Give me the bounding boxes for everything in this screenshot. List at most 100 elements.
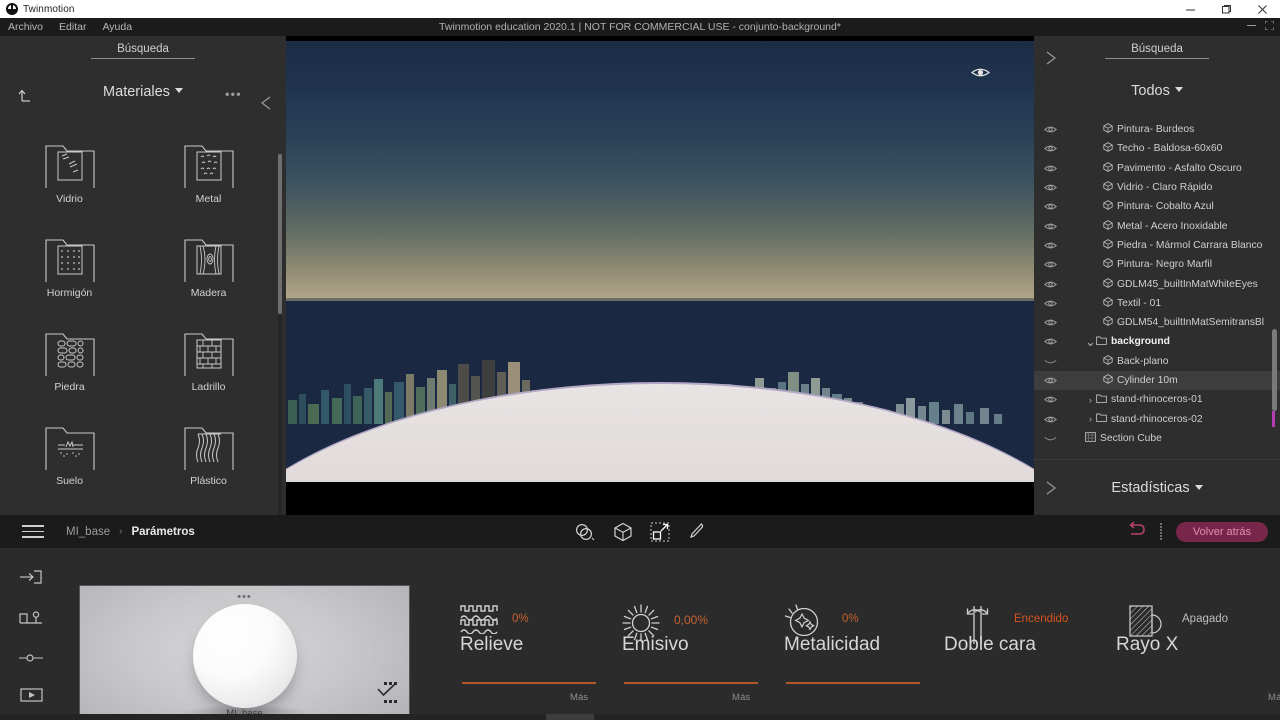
- bottom-resize-handle[interactable]: [546, 714, 594, 720]
- material-preview-card[interactable]: ••• MI_base: [79, 585, 410, 720]
- selection-box-tool-icon[interactable]: [650, 522, 671, 542]
- tree-row[interactable]: Pintura- Negro Marfil: [1034, 255, 1280, 274]
- chevron-down-icon[interactable]: ⌄: [1085, 334, 1096, 350]
- tree-row[interactable]: Textil - 01: [1034, 294, 1280, 313]
- parameter-doble-cara[interactable]: Encendido Doble cara: [928, 548, 1104, 720]
- library-folder-ladrillo[interactable]: Ladrillo: [139, 326, 278, 420]
- scene-panel-expand-icon[interactable]: [1044, 51, 1057, 70]
- parameter-emisivo[interactable]: 0,00% Emisivo Más: [600, 548, 776, 720]
- back-button[interactable]: Volver atrás: [1175, 521, 1268, 542]
- chevron-right-icon[interactable]: ›: [1085, 414, 1096, 424]
- eye-visible-icon[interactable]: [1034, 280, 1067, 289]
- parameter-rayo-x[interactable]: Apagado Rayo X Más: [1090, 548, 1280, 720]
- eye-visible-icon[interactable]: [1034, 202, 1067, 211]
- eye-hidden-icon[interactable]: [1034, 357, 1067, 366]
- eye-visible-icon[interactable]: [1034, 183, 1067, 192]
- tree-row[interactable]: GDLM54_builtInMatSemitransBl: [1034, 313, 1280, 332]
- library-scrollbar-thumb[interactable]: [278, 154, 282, 314]
- maximize-button[interactable]: [1208, 0, 1244, 18]
- eye-visible-icon[interactable]: [1034, 415, 1067, 424]
- eyedropper-tool-icon[interactable]: [688, 522, 705, 541]
- eye-visible-icon[interactable]: [1034, 376, 1067, 385]
- library-row: Suelo Plástico: [0, 420, 278, 514]
- import-icon[interactable]: [20, 570, 42, 589]
- parameter-metalicidad[interactable]: 0% Metalicidad: [762, 548, 938, 720]
- tree-row[interactable]: Piedra - Mármol Carrara Blanco: [1034, 236, 1280, 255]
- material-preview-options-icon[interactable]: •••: [237, 591, 252, 603]
- undo-icon[interactable]: [1125, 520, 1147, 543]
- statistics-bar[interactable]: Estadísticas: [1034, 459, 1280, 515]
- window-minimize-small-icon[interactable]: [1247, 21, 1256, 33]
- material-picker-tool-icon[interactable]: [575, 523, 596, 541]
- eye-visible-icon[interactable]: [1034, 395, 1067, 404]
- ground-swatch-icon: [33, 420, 107, 474]
- tree-row[interactable]: Cylinder 10m: [1034, 370, 1280, 391]
- tree-row[interactable]: Back-plano: [1034, 352, 1280, 371]
- window-expand-small-icon[interactable]: [1264, 20, 1275, 33]
- media-icon[interactable]: [19, 688, 43, 707]
- tree-row[interactable]: ⌄ background: [1034, 332, 1280, 351]
- statistics-expand-icon[interactable]: [1044, 481, 1057, 500]
- tree-row[interactable]: Metal - Acero Inoxidable: [1034, 216, 1280, 235]
- viewport-3d[interactable]: [286, 36, 1034, 515]
- library-folder-metal[interactable]: Metal: [139, 138, 278, 232]
- tree-row[interactable]: Vidrio - Claro Rápido: [1034, 178, 1280, 197]
- parameter-more-rayo-x[interactable]: Más: [1268, 692, 1280, 703]
- eye-visible-icon[interactable]: [1034, 144, 1067, 153]
- menu-item-editar[interactable]: Editar: [59, 21, 86, 33]
- library-folder-plastico[interactable]: Plástico: [139, 420, 278, 514]
- eye-visible-icon[interactable]: [1034, 222, 1067, 231]
- bottom-resize-strip[interactable]: [0, 714, 1280, 720]
- parameter-more-emisivo[interactable]: Más: [732, 692, 750, 703]
- scene-scrollbar-thumb[interactable]: [1272, 329, 1277, 411]
- tree-row[interactable]: Techo - Baldosa-60x60: [1034, 139, 1280, 158]
- hamburger-icon[interactable]: [22, 521, 44, 542]
- object-tool-icon[interactable]: [613, 522, 633, 542]
- library-header: Búsqueda •••: [0, 36, 286, 110]
- close-button[interactable]: [1244, 0, 1280, 18]
- parameter-slider-metalicidad[interactable]: [786, 682, 920, 684]
- tree-row[interactable]: Pintura- Burdeos: [1034, 120, 1280, 139]
- eye-icon[interactable]: [970, 66, 991, 84]
- eye-visible-icon[interactable]: [1034, 318, 1067, 327]
- library-folder-vidrio[interactable]: Vidrio: [0, 138, 139, 232]
- library-category-dropdown[interactable]: Materiales: [0, 84, 286, 100]
- tree-row[interactable]: › stand-rhinoceros-02: [1034, 409, 1280, 428]
- scene-filter-label: Todos: [1131, 83, 1170, 99]
- scene-search-input[interactable]: Búsqueda: [1105, 43, 1209, 59]
- parameter-slider-emisivo[interactable]: [624, 682, 758, 684]
- parameter-more-relieve[interactable]: Más: [570, 692, 588, 703]
- slider-icon[interactable]: [19, 650, 43, 668]
- eye-visible-icon[interactable]: [1034, 164, 1067, 173]
- tree-row[interactable]: Section Cube: [1034, 429, 1280, 448]
- eye-visible-icon[interactable]: [1034, 299, 1067, 308]
- eye-visible-icon[interactable]: [1034, 125, 1067, 134]
- parameter-slider-relieve[interactable]: [462, 682, 596, 684]
- menu-item-ayuda[interactable]: Ayuda: [102, 21, 132, 33]
- tree-row[interactable]: › stand-rhinoceros-01: [1034, 390, 1280, 409]
- eye-visible-icon[interactable]: [1034, 260, 1067, 269]
- eye-visible-icon[interactable]: [1034, 337, 1067, 346]
- chevron-right-icon[interactable]: ›: [1085, 395, 1096, 405]
- grid-icon[interactable]: [383, 673, 398, 720]
- eye-visible-icon[interactable]: [1034, 241, 1067, 250]
- tree-row[interactable]: GDLM45_builtInMatWhiteEyes: [1034, 274, 1280, 293]
- menu-item-archivo[interactable]: Archivo: [8, 21, 43, 33]
- tree-row[interactable]: Pintura- Cobalto Azul: [1034, 197, 1280, 216]
- drag-handle-icon[interactable]: [1159, 522, 1163, 541]
- eye-hidden-icon[interactable]: [1034, 434, 1067, 443]
- scene-panel-header: Búsqueda: [1034, 36, 1280, 82]
- tree-row[interactable]: Pavimento - Asfalto Oscuro: [1034, 159, 1280, 178]
- library-folder-hormigon[interactable]: Hormigón: [0, 232, 139, 326]
- parameter-relieve[interactable]: 0% Relieve Más: [438, 548, 614, 720]
- breadcrumb-item-material[interactable]: MI_base: [66, 526, 110, 538]
- measure-icon[interactable]: [19, 609, 43, 630]
- library-folder-piedra[interactable]: Piedra: [0, 326, 139, 420]
- tree-item-label: stand-rhinoceros-01: [1096, 394, 1203, 406]
- library-search-input[interactable]: Búsqueda: [91, 43, 195, 59]
- library-folder-madera[interactable]: Madera: [139, 232, 278, 326]
- minimize-button[interactable]: [1172, 0, 1208, 18]
- library-folder-suelo[interactable]: Suelo: [0, 420, 139, 514]
- section-cube-icon: [1085, 432, 1096, 445]
- scene-filter-dropdown[interactable]: Todos: [1034, 82, 1280, 110]
